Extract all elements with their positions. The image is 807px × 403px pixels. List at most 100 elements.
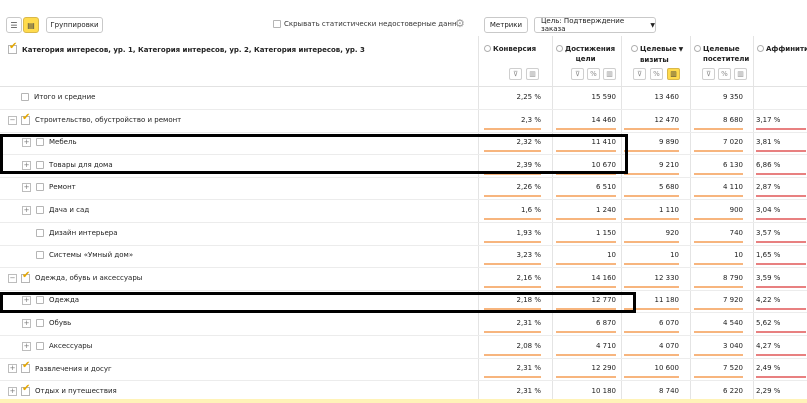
percent-icon[interactable]: % xyxy=(718,68,731,80)
table-row[interactable]: + Обувь 2,31 % 6 870 6 070 4 540 5,62 % xyxy=(0,313,807,336)
chart-icon[interactable]: ▥ xyxy=(667,68,680,80)
column-header-conversion[interactable]: Конверсия xyxy=(484,44,536,54)
row-checkbox[interactable] xyxy=(21,93,29,101)
expand-icon[interactable]: + xyxy=(22,183,31,193)
row-checkbox[interactable] xyxy=(36,183,44,192)
chart-icon[interactable]: ▥ xyxy=(734,68,747,80)
row-checkbox[interactable] xyxy=(21,383,30,396)
row-checkbox[interactable] xyxy=(36,206,44,214)
cell-bar-visitors xyxy=(694,195,743,198)
filter-icon[interactable]: ⊽ xyxy=(509,68,522,80)
table-row[interactable]: + Развлечения и досуг 2,31 % 12 290 10 600 7 … xyxy=(0,358,807,382)
cell-bar-visitors xyxy=(694,331,743,333)
table-row[interactable]: Дизайн интерьера 1,93 % 1 150 920 740 3,57 % xyxy=(0,223,807,246)
cell-bar-aff xyxy=(756,353,806,356)
sort-desc-icon[interactable]: ▼ xyxy=(679,46,684,53)
row-checkbox[interactable] xyxy=(36,228,44,237)
collapse-icon[interactable]: − xyxy=(8,273,17,283)
cell-bar-visits xyxy=(624,195,679,198)
cell-bar-visits xyxy=(624,172,679,175)
cell-conv: 2,26 % xyxy=(516,183,541,192)
percent-icon[interactable]: % xyxy=(587,68,600,80)
tree-view-button[interactable]: ▤ xyxy=(23,17,39,33)
row-label[interactable]: Развлечения и досуг xyxy=(21,360,112,374)
column-header-target-visits[interactable]: Целевые ▼ визиты xyxy=(631,44,683,65)
table-row[interactable]: Итого и средние 2,25 % 15 590 13 460 9 350 xyxy=(0,87,807,110)
row-checkbox[interactable] xyxy=(36,251,44,260)
cell-aff: 5,62 % xyxy=(756,319,781,327)
table-row[interactable]: − Строительство, обустройство и ремонт 2,3… xyxy=(0,110,807,133)
cell-conv: 2,31 % xyxy=(516,386,541,395)
hide-unreliable-option[interactable]: Скрывать статистически недостоверные дан… xyxy=(273,20,463,28)
column-header-affinity[interactable]: Аффинити- xyxy=(757,44,807,54)
row-checkbox[interactable] xyxy=(21,360,30,374)
row-label[interactable]: Итого и средние xyxy=(21,93,95,101)
cell-aff: 1,65 % xyxy=(756,251,781,260)
table-row[interactable]: + Ремонт 2,26 % 6 510 5 680 4 110 2,87 % xyxy=(0,177,807,201)
goal-select[interactable]: Цель: Подтверждение заказа ▼ xyxy=(534,17,656,33)
filter-icon[interactable]: ⊽ xyxy=(571,68,584,80)
row-label[interactable]: Строительство, обустройство и ремонт xyxy=(21,112,181,125)
column-header-goal-reaches[interactable]: Достижения цели xyxy=(556,44,615,64)
cell-bar-conv xyxy=(484,331,541,333)
cell-bar-aff xyxy=(756,263,806,266)
cell-conv: 2,31 % xyxy=(516,364,541,373)
collapse-icon[interactable]: − xyxy=(8,115,17,125)
radio-icon[interactable] xyxy=(694,45,701,52)
cell-goals: 15 590 xyxy=(591,93,617,101)
row-label[interactable]: Аксессуары xyxy=(36,341,92,350)
dimension-header-checkbox[interactable] xyxy=(8,41,17,54)
table-row[interactable]: Системы «Умный дом» 3,23 % 10 10 10 1,65 % xyxy=(0,245,807,269)
row-label[interactable]: Системы «Умный дом» xyxy=(36,251,133,260)
row-label-text: Дача и сад xyxy=(49,206,90,214)
table-row[interactable]: + Аксессуары 2,08 % 4 710 4 070 3 040 4,27 % xyxy=(0,336,807,359)
metrics-button[interactable]: Метрики xyxy=(484,17,528,33)
cell-visitors: 3 040 xyxy=(722,341,743,350)
cell-bar-conv xyxy=(484,376,541,379)
cell-visits: 10 xyxy=(670,251,679,260)
radio-icon[interactable] xyxy=(757,45,764,52)
expand-icon[interactable]: + xyxy=(22,319,31,328)
groupings-button[interactable]: Группировки xyxy=(46,17,103,33)
radio-icon[interactable] xyxy=(484,45,491,52)
row-label[interactable]: Ремонт xyxy=(36,183,76,192)
expand-icon[interactable]: + xyxy=(8,364,17,374)
cell-visitors: 7 020 xyxy=(722,138,743,147)
table-row[interactable]: − Одежда, обувь и аксессуары 2,16 % 14 160 1… xyxy=(0,268,807,291)
hide-unreliable-checkbox[interactable] xyxy=(273,20,281,28)
filter-icon[interactable]: ⊽ xyxy=(633,68,646,80)
row-checkbox[interactable] xyxy=(21,270,30,283)
filter-icon[interactable]: ⊽ xyxy=(702,68,715,80)
row-label[interactable]: Одежда, обувь и аксессуары xyxy=(21,270,142,283)
row-label[interactable]: Дача и сад xyxy=(36,206,89,214)
expand-icon[interactable]: + xyxy=(8,386,17,396)
chart-icon[interactable]: ▥ xyxy=(526,68,539,80)
expand-icon[interactable]: + xyxy=(22,206,31,215)
cell-visitors: 4 110 xyxy=(722,183,743,192)
cell-bar-aff xyxy=(756,240,806,243)
percent-icon[interactable]: % xyxy=(650,68,663,80)
gear-icon[interactable]: ⚙ xyxy=(455,17,465,30)
row-checkbox[interactable] xyxy=(21,112,30,125)
highlight-box xyxy=(0,134,628,174)
column-header-target-visitors[interactable]: Целевые посетители xyxy=(694,44,749,64)
dimension-header[interactable]: Категория интересов, ур. 1, Категория ин… xyxy=(8,41,365,54)
expand-icon[interactable]: + xyxy=(22,341,31,351)
list-view-icon: ☰ xyxy=(10,20,18,30)
row-checkbox[interactable] xyxy=(36,341,44,350)
cell-goals: 1 150 xyxy=(595,228,616,237)
cell-bar-visits xyxy=(624,263,679,266)
row-label[interactable]: Дизайн интерьера xyxy=(36,228,118,237)
cell-aff: 3,81 % xyxy=(756,138,781,147)
radio-icon[interactable] xyxy=(556,45,563,52)
list-view-button[interactable]: ☰ xyxy=(6,17,22,33)
row-checkbox[interactable] xyxy=(36,319,44,327)
cell-bar-visits xyxy=(624,376,679,379)
row-label[interactable]: Обувь xyxy=(36,319,71,327)
row-label[interactable]: Отдых и путешествия xyxy=(21,383,117,396)
cell-aff: 4,22 % xyxy=(756,296,781,305)
table-row[interactable]: + Дача и сад 1,6 % 1 240 1 110 900 3,04 % xyxy=(0,200,807,223)
radio-icon[interactable] xyxy=(631,45,638,52)
cell-bar-goals xyxy=(556,285,616,288)
chart-icon[interactable]: ▥ xyxy=(603,68,616,80)
